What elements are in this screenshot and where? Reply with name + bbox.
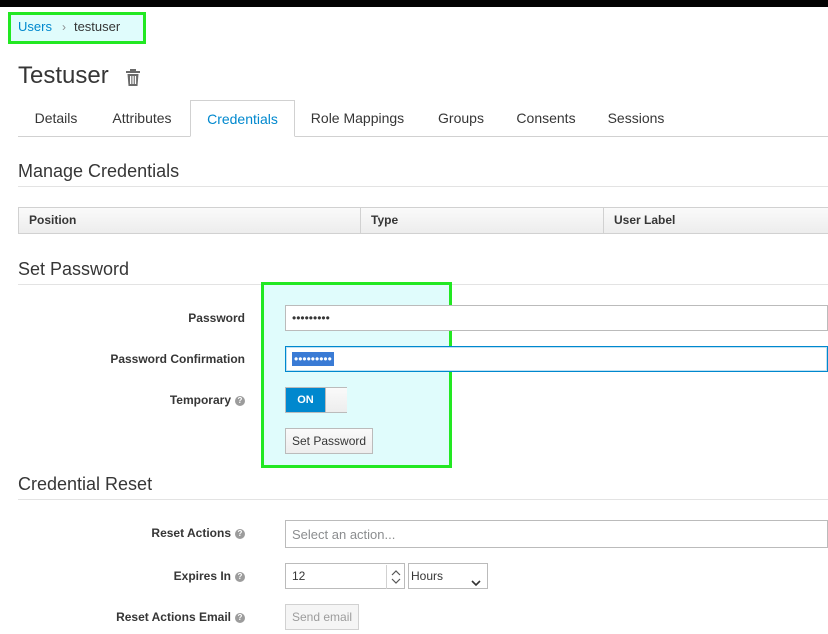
tab-credentials[interactable]: Credentials — [190, 100, 295, 137]
password-confirmation-input[interactable]: ••••••••• — [285, 346, 828, 372]
password-label: Password — [188, 311, 245, 325]
breadcrumb-users-link[interactable]: Users — [18, 19, 52, 34]
tab-role-mappings[interactable]: Role Mappings — [295, 100, 420, 136]
reset-actions-label-text: Reset Actions — [151, 526, 231, 540]
chevron-down-icon — [471, 571, 481, 595]
help-icon[interactable]: ? — [235, 396, 245, 406]
reset-actions-placeholder: Select an action... — [292, 527, 396, 542]
tab-consents[interactable]: Consents — [502, 100, 590, 136]
set-password-title: Set Password — [18, 259, 130, 279]
help-icon[interactable]: ? — [235, 529, 245, 539]
divider — [18, 499, 828, 500]
reset-actions-input[interactable]: Select an action... — [285, 520, 828, 548]
expires-unit-select[interactable]: Hours — [408, 563, 488, 589]
tab-sessions[interactable]: Sessions — [590, 100, 682, 136]
password-value: ••••••••• — [292, 311, 330, 325]
temporary-toggle[interactable]: ON — [285, 387, 347, 413]
top-bar — [0, 0, 828, 7]
trash-icon[interactable] — [124, 69, 142, 92]
help-icon[interactable]: ? — [235, 572, 245, 582]
help-icon[interactable]: ? — [235, 613, 245, 623]
manage-credentials-title: Manage Credentials — [18, 161, 180, 181]
expires-in-value: 12 — [292, 569, 306, 583]
expires-in-label: Expires In? — [5, 569, 245, 583]
send-email-button[interactable]: Send email — [285, 604, 360, 630]
divider — [18, 186, 828, 187]
tab-attributes[interactable]: Attributes — [94, 100, 190, 136]
breadcrumb: Users › testuser — [18, 19, 120, 34]
expires-in-stepper[interactable] — [386, 565, 405, 589]
temporary-label-text: Temporary — [169, 393, 231, 407]
temporary-label: Temporary? — [5, 393, 245, 407]
tab-details[interactable]: Details — [18, 100, 94, 136]
toggle-on-state: ON — [286, 388, 325, 412]
reset-actions-email-label-text: Reset Actions Email — [116, 610, 231, 624]
reset-actions-label: Reset Actions? — [5, 526, 245, 540]
page-title: Testuser — [18, 62, 109, 89]
credentials-table-header: Position Type User Label — [18, 207, 828, 234]
toggle-knob[interactable] — [325, 388, 347, 412]
breadcrumb-current: testuser — [73, 19, 121, 34]
tab-bar: Details Attributes Credentials Role Mapp… — [18, 100, 828, 137]
reset-actions-email-label: Reset Actions Email? — [5, 610, 245, 624]
password-confirmation-value: ••••••••• — [292, 352, 334, 366]
column-type[interactable]: Type — [360, 208, 603, 233]
column-position[interactable]: Position — [19, 208, 360, 233]
breadcrumb-separator: › — [61, 19, 66, 34]
credential-reset-title: Credential Reset — [18, 474, 153, 494]
password-input[interactable]: ••••••••• — [285, 305, 828, 331]
expires-unit-value: Hours — [411, 569, 444, 583]
password-confirmation-label: Password Confirmation — [110, 352, 245, 366]
tab-groups[interactable]: Groups — [420, 100, 502, 136]
set-password-button[interactable]: Set Password — [285, 428, 374, 454]
column-user-label[interactable]: User Label — [603, 208, 828, 233]
expires-in-label-text: Expires In — [173, 569, 231, 583]
